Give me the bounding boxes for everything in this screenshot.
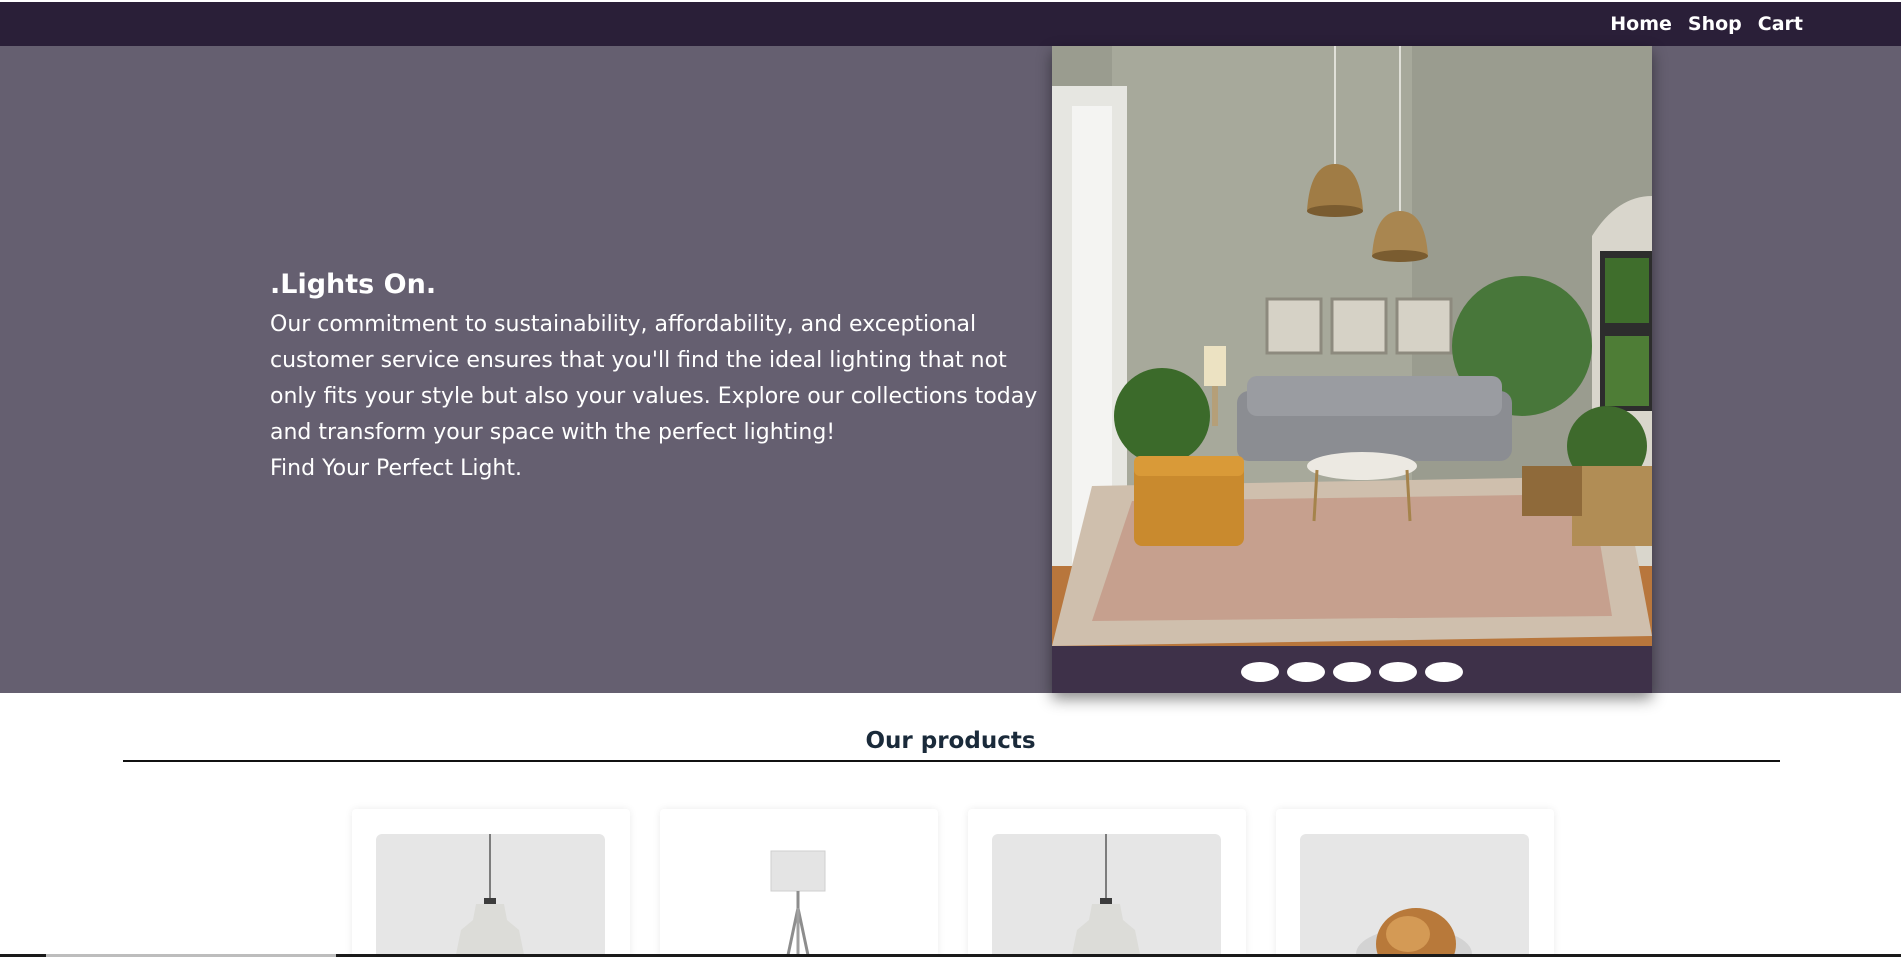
nav-link-cart[interactable]: Cart: [1758, 13, 1803, 35]
hero-description: Our commitment to sustainability, afford…: [270, 312, 1038, 445]
slider-dot-3[interactable]: [1333, 662, 1371, 682]
slider-dot-5[interactable]: [1425, 662, 1463, 682]
product-image: [376, 834, 605, 957]
hero-tagline: Find Your Perfect Light.: [270, 456, 522, 481]
amber-glass-lamp-icon: [1356, 908, 1472, 957]
product-image: [1300, 834, 1529, 957]
living-room-photo-icon: [1052, 46, 1652, 646]
product-card-2[interactable]: [660, 809, 938, 957]
slider-dot-2[interactable]: [1287, 662, 1325, 682]
pendant-lamp-icon: [455, 834, 525, 957]
slider-dot-1[interactable]: [1241, 662, 1279, 682]
top-navbar: Home Shop Cart: [0, 2, 1901, 46]
nav-link-shop[interactable]: Shop: [1688, 13, 1742, 35]
product-image: [992, 834, 1221, 957]
product-card-4[interactable]: [1276, 809, 1554, 957]
nav-links: Home Shop Cart: [1610, 2, 1803, 46]
nav-link-home[interactable]: Home: [1610, 13, 1672, 35]
floor-lamp-icon: [770, 850, 826, 957]
pendant-lamp-icon: [1071, 834, 1141, 957]
product-card-1[interactable]: [352, 809, 630, 957]
product-card-3[interactable]: [968, 809, 1246, 957]
image-slider: [1052, 46, 1652, 693]
slider-dots: [1052, 662, 1652, 684]
products-heading: Our products: [865, 728, 1036, 754]
hero-title: .Lights On.: [270, 269, 437, 300]
products-divider: [123, 760, 1780, 762]
product-image: [684, 834, 913, 957]
slider-dot-4[interactable]: [1379, 662, 1417, 682]
hero-text-block: .Lights On. Our commitment to sustainabi…: [270, 263, 1040, 487]
